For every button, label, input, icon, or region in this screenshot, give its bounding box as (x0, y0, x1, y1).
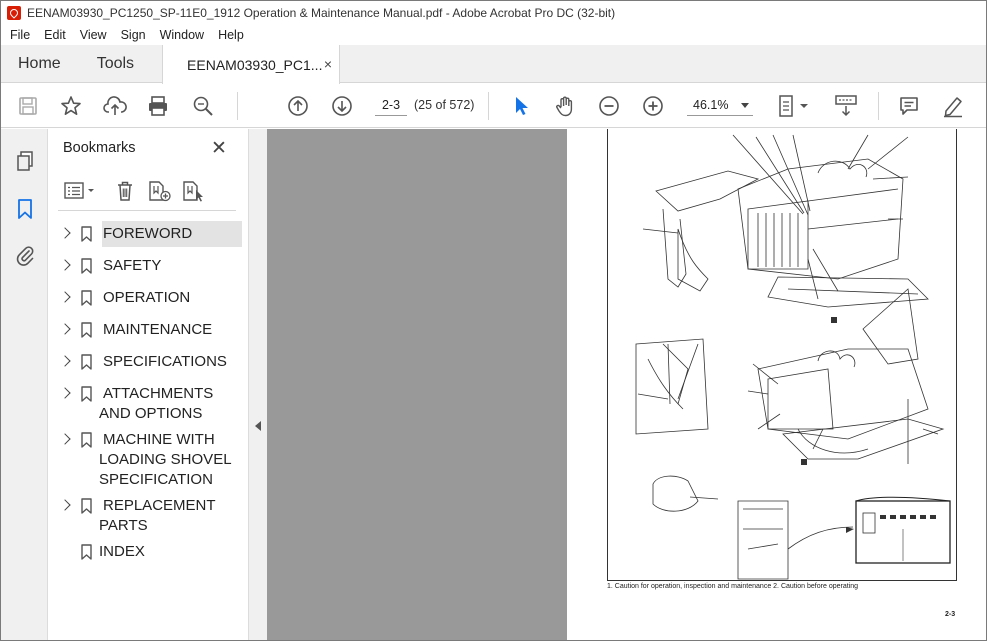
figure-caption: 1. Caution for operation, inspection and… (607, 583, 859, 590)
star-icon[interactable] (59, 94, 83, 118)
bookmark-label: OPERATION (103, 289, 191, 306)
bookmark-icon (81, 432, 92, 448)
bookmark-from-selection-icon[interactable] (180, 179, 208, 203)
chevron-down-icon (741, 103, 749, 108)
panel-splitter[interactable] (248, 129, 267, 640)
zoom-value: 46.1% (693, 98, 729, 112)
bookmark-label: SAFETY (103, 257, 162, 274)
window-title: EENAM03930_PC1250_SP-11E0_1912 Operation… (27, 6, 616, 20)
title-bar: EENAM03930_PC1250_SP-11E0_1912 Operation… (1, 1, 986, 25)
bookmark-label: INDEX (99, 543, 145, 560)
fit-page-icon[interactable] (776, 94, 812, 118)
chevron-right-icon[interactable] (59, 227, 71, 239)
chevron-right-icon[interactable] (59, 259, 71, 271)
bookmark-icon (81, 354, 92, 370)
chevron-right-icon[interactable] (59, 387, 71, 399)
acrobat-logo-icon (7, 6, 21, 20)
menu-window[interactable]: Window (153, 28, 211, 42)
bookmark-panel-icon[interactable] (13, 197, 37, 221)
chevron-right-icon[interactable] (59, 433, 71, 445)
page-count: (25 of 572) (414, 98, 475, 112)
upload-icon[interactable] (103, 94, 127, 118)
scroll-mode-icon[interactable] (832, 94, 860, 118)
bookmark-toolbar (58, 175, 236, 211)
menu-help[interactable]: Help (211, 28, 251, 42)
bookmarks-title: Bookmarks (63, 140, 136, 156)
bookmark-label: MACHINE WITH LOADING SHOVEL SPECIFICATIO… (99, 431, 232, 488)
bookmark-icon (81, 498, 92, 514)
print-icon[interactable] (146, 94, 170, 118)
tab-tools[interactable]: Tools (81, 45, 150, 82)
tab-document[interactable]: EENAM03930_PC1... × (162, 45, 341, 84)
sign-pen-icon[interactable] (941, 94, 965, 118)
new-bookmark-icon[interactable] (146, 179, 174, 203)
menu-sign[interactable]: Sign (114, 28, 153, 42)
zoom-in-icon[interactable] (641, 94, 665, 118)
select-cursor-icon[interactable] (509, 94, 533, 118)
illustration-frame (607, 129, 957, 581)
bookmark-icon (81, 226, 92, 242)
zoom-select[interactable]: 46.1% (687, 94, 753, 116)
tab-bar: Home Tools EENAM03930_PC1... × (1, 45, 986, 84)
bookmark-label: REPLACEMENT PARTS (99, 497, 216, 534)
menu-view[interactable]: View (73, 28, 114, 42)
bookmark-icon (81, 290, 92, 306)
chevron-right-icon[interactable] (59, 291, 71, 303)
bookmarks-panel: Bookmarks ✕ FOREWORD SAFETY OPERATION MA… (48, 129, 248, 640)
tab-home[interactable]: Home (1, 45, 81, 82)
bookmark-label: MAINTENANCE (103, 321, 213, 338)
page-number-input[interactable]: 2-3 (375, 94, 407, 116)
tab-document-label: EENAM03930_PC1... (187, 56, 323, 73)
chevron-right-icon[interactable] (59, 355, 71, 367)
bookmark-icon (81, 386, 92, 402)
bookmark-label: ATTACHMENTS AND OPTIONS (99, 385, 214, 422)
chevron-right-icon[interactable] (59, 323, 71, 335)
bookmark-label: FOREWORD (103, 225, 193, 242)
chevron-right-icon[interactable] (59, 499, 71, 511)
zoom-out-icon[interactable] (597, 94, 621, 118)
page-thumbnails-icon[interactable] (13, 149, 37, 173)
excavator-safety-labels-illustration (635, 134, 951, 580)
bookmark-icon (81, 322, 92, 338)
zoom-search-icon[interactable] (191, 94, 215, 118)
delete-bookmark-icon[interactable] (113, 179, 137, 203)
page-down-icon[interactable] (330, 94, 354, 118)
bookmark-icon (81, 258, 92, 274)
menu-file[interactable]: File (1, 28, 37, 42)
navigation-rail (1, 129, 48, 640)
collapse-panel-icon[interactable] (255, 421, 261, 431)
tab-close-button[interactable]: × (324, 56, 332, 72)
bookmark-label: SPECIFICATIONS (103, 353, 227, 370)
bookmark-options-icon[interactable] (62, 179, 98, 203)
attachment-icon[interactable] (13, 243, 37, 267)
menu-edit[interactable]: Edit (37, 28, 73, 42)
bookmark-icon (81, 544, 92, 560)
page-up-icon[interactable] (286, 94, 310, 118)
close-icon[interactable]: ✕ (211, 137, 227, 160)
comment-icon[interactable] (897, 94, 921, 118)
page-number-label: 2-3 (945, 611, 956, 618)
toolbar: 2-3 (25 of 572) 46.1% (1, 84, 986, 128)
pdf-page: 1. Caution for operation, inspection and… (567, 129, 986, 640)
document-viewer[interactable]: 1. Caution for operation, inspection and… (267, 129, 986, 640)
save-icon[interactable] (16, 94, 40, 118)
menu-bar: File Edit View Sign Window Help (1, 25, 986, 45)
hand-icon[interactable] (553, 94, 577, 118)
